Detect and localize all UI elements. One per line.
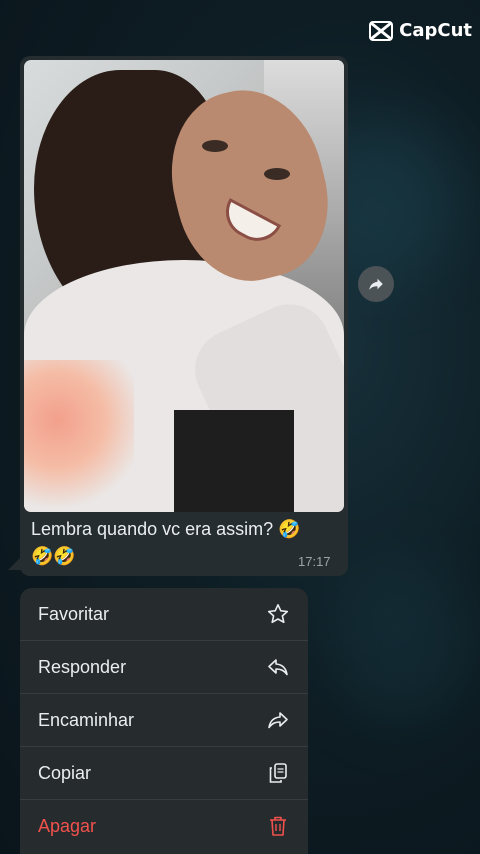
quick-forward-button[interactable] (358, 266, 394, 302)
menu-item-label: Copiar (38, 762, 92, 783)
forward-arrow-icon (369, 278, 383, 290)
menu-item-label: Favoritar (38, 603, 110, 624)
menu-item-label: Responder (38, 656, 127, 677)
background-blur (330, 560, 470, 720)
caption-line-1: Lembra quando vc era assim? 🤣 (31, 519, 301, 539)
reply-icon (266, 655, 290, 679)
message-bubble[interactable] (20, 56, 348, 576)
menu-item-responder[interactable]: Responder (20, 641, 308, 694)
message-photo[interactable] (24, 60, 344, 512)
star-icon (266, 602, 290, 626)
copy-icon (266, 761, 290, 785)
capcut-logo-icon (369, 20, 394, 41)
context-menu: Favoritar Responder Encaminhar Copiar Ap… (20, 588, 308, 854)
forward-icon (266, 708, 290, 732)
bubble-tail (8, 556, 22, 570)
capcut-watermark: CapCut (369, 20, 472, 41)
menu-item-copiar[interactable]: Copiar (20, 747, 308, 800)
message-time: 17:17 (298, 554, 331, 569)
message-caption: Lembra quando vc era assim? 🤣 🤣🤣 (31, 516, 331, 570)
menu-item-apagar[interactable]: Apagar (20, 800, 308, 852)
menu-item-encaminhar[interactable]: Encaminhar (20, 694, 308, 747)
menu-item-label: Apagar (38, 815, 97, 836)
watermark-text: CapCut (399, 20, 472, 41)
trash-icon (266, 814, 290, 838)
menu-item-label: Encaminhar (38, 709, 135, 730)
menu-item-favoritar[interactable]: Favoritar (20, 588, 308, 641)
caption-line-2: 🤣🤣 (31, 546, 76, 566)
